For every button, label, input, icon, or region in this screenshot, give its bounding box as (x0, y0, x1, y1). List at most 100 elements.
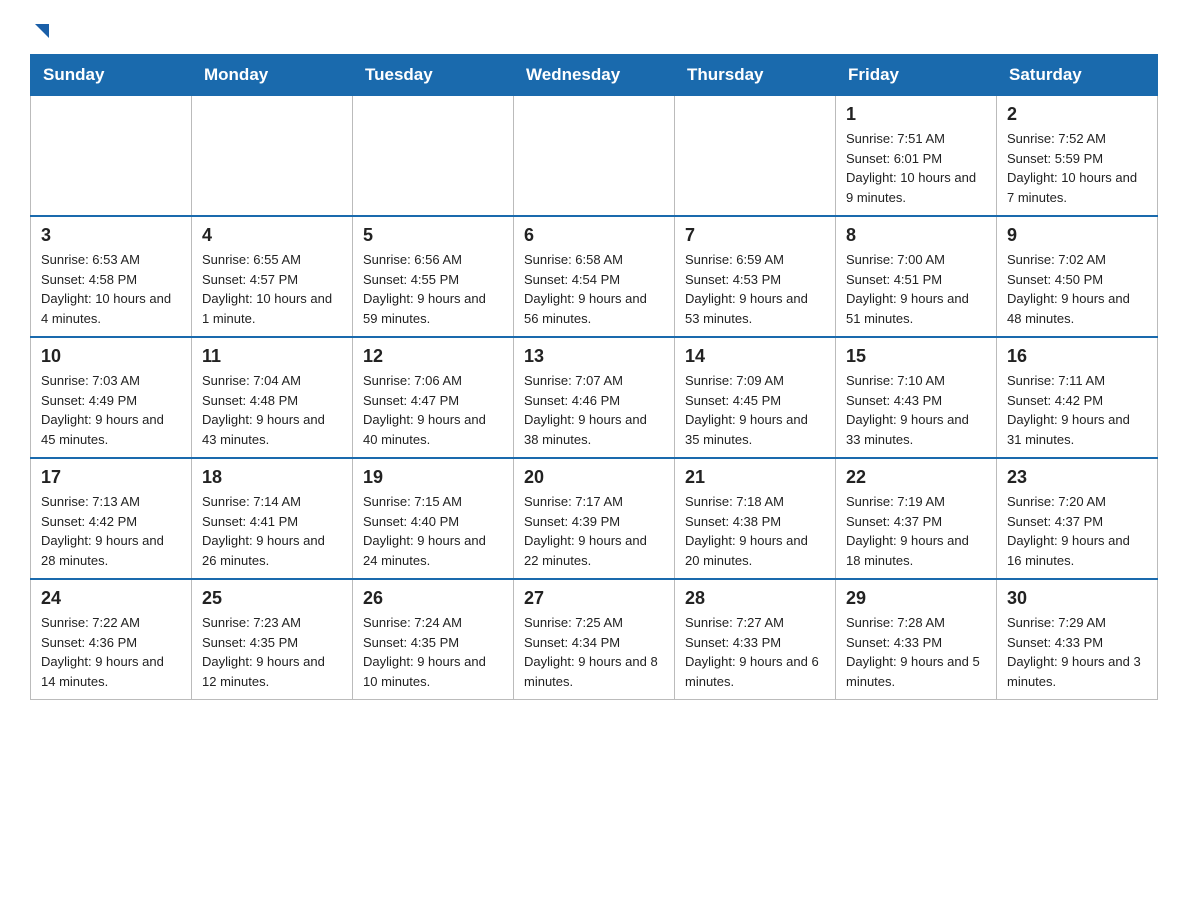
day-info: Sunrise: 7:07 AM Sunset: 4:46 PM Dayligh… (524, 371, 664, 449)
day-info: Sunrise: 7:23 AM Sunset: 4:35 PM Dayligh… (202, 613, 342, 691)
calendar-cell: 1 Sunrise: 7:51 AM Sunset: 6:01 PM Daylig… (836, 96, 997, 217)
day-number: 8 (846, 225, 986, 246)
day-info: Sunrise: 7:24 AM Sunset: 4:35 PM Dayligh… (363, 613, 503, 691)
day-number: 30 (1007, 588, 1147, 609)
weekday-header-monday: Monday (192, 55, 353, 96)
calendar-cell: 2 Sunrise: 7:52 AM Sunset: 5:59 PM Daylig… (997, 96, 1158, 217)
day-info: Sunrise: 7:28 AM Sunset: 4:33 PM Dayligh… (846, 613, 986, 691)
calendar-cell: 24 Sunrise: 7:22 AM Sunset: 4:36 PM Dayli… (31, 579, 192, 700)
calendar-cell: 11 Sunrise: 7:04 AM Sunset: 4:48 PM Dayli… (192, 337, 353, 458)
day-info: Sunrise: 7:17 AM Sunset: 4:39 PM Dayligh… (524, 492, 664, 570)
weekday-header-wednesday: Wednesday (514, 55, 675, 96)
day-number: 1 (846, 104, 986, 125)
day-number: 7 (685, 225, 825, 246)
day-info: Sunrise: 7:10 AM Sunset: 4:43 PM Dayligh… (846, 371, 986, 449)
weekday-header-row: SundayMondayTuesdayWednesdayThursdayFrid… (31, 55, 1158, 96)
day-number: 21 (685, 467, 825, 488)
day-info: Sunrise: 7:03 AM Sunset: 4:49 PM Dayligh… (41, 371, 181, 449)
calendar-cell: 16 Sunrise: 7:11 AM Sunset: 4:42 PM Dayli… (997, 337, 1158, 458)
day-info: Sunrise: 7:51 AM Sunset: 6:01 PM Dayligh… (846, 129, 986, 207)
day-info: Sunrise: 7:04 AM Sunset: 4:48 PM Dayligh… (202, 371, 342, 449)
calendar-cell: 8 Sunrise: 7:00 AM Sunset: 4:51 PM Daylig… (836, 216, 997, 337)
calendar-cell: 5 Sunrise: 6:56 AM Sunset: 4:55 PM Daylig… (353, 216, 514, 337)
day-info: Sunrise: 6:53 AM Sunset: 4:58 PM Dayligh… (41, 250, 181, 328)
day-number: 28 (685, 588, 825, 609)
day-number: 22 (846, 467, 986, 488)
logo-triangle-icon (31, 20, 53, 42)
day-info: Sunrise: 7:15 AM Sunset: 4:40 PM Dayligh… (363, 492, 503, 570)
calendar-cell (675, 96, 836, 217)
day-number: 19 (363, 467, 503, 488)
day-number: 27 (524, 588, 664, 609)
calendar-cell: 7Sunrise: 6:59 AM Sunset: 4:53 PM Daylig… (675, 216, 836, 337)
calendar-cell: 10 Sunrise: 7:03 AM Sunset: 4:49 PM Dayli… (31, 337, 192, 458)
calendar-cell: 13 Sunrise: 7:07 AM Sunset: 4:46 PM Dayli… (514, 337, 675, 458)
day-number: 10 (41, 346, 181, 367)
page-header (30, 20, 1158, 36)
day-number: 11 (202, 346, 342, 367)
day-number: 17 (41, 467, 181, 488)
weekday-header-sunday: Sunday (31, 55, 192, 96)
calendar-cell: 14 Sunrise: 7:09 AM Sunset: 4:45 PM Dayli… (675, 337, 836, 458)
calendar-cell: 19 Sunrise: 7:15 AM Sunset: 4:40 PM Dayli… (353, 458, 514, 579)
day-info: Sunrise: 7:20 AM Sunset: 4:37 PM Dayligh… (1007, 492, 1147, 570)
logo-text (30, 20, 54, 42)
day-info: Sunrise: 7:00 AM Sunset: 4:51 PM Dayligh… (846, 250, 986, 328)
day-info: Sunrise: 7:52 AM Sunset: 5:59 PM Dayligh… (1007, 129, 1147, 207)
calendar-cell: 21 Sunrise: 7:18 AM Sunset: 4:38 PM Dayli… (675, 458, 836, 579)
day-info: Sunrise: 6:58 AM Sunset: 4:54 PM Dayligh… (524, 250, 664, 328)
day-number: 2 (1007, 104, 1147, 125)
day-number: 13 (524, 346, 664, 367)
calendar-cell: 15 Sunrise: 7:10 AM Sunset: 4:43 PM Dayli… (836, 337, 997, 458)
calendar-week-row: 10 Sunrise: 7:03 AM Sunset: 4:49 PM Dayli… (31, 337, 1158, 458)
day-info: Sunrise: 7:22 AM Sunset: 4:36 PM Dayligh… (41, 613, 181, 691)
calendar-week-row: 17Sunrise: 7:13 AM Sunset: 4:42 PM Dayli… (31, 458, 1158, 579)
day-number: 12 (363, 346, 503, 367)
calendar-cell (353, 96, 514, 217)
calendar-cell: 12 Sunrise: 7:06 AM Sunset: 4:47 PM Dayli… (353, 337, 514, 458)
day-info: Sunrise: 7:18 AM Sunset: 4:38 PM Dayligh… (685, 492, 825, 570)
weekday-header-saturday: Saturday (997, 55, 1158, 96)
calendar-cell: 28 Sunrise: 7:27 AM Sunset: 4:33 PM Dayli… (675, 579, 836, 700)
day-number: 18 (202, 467, 342, 488)
day-info: Sunrise: 7:25 AM Sunset: 4:34 PM Dayligh… (524, 613, 664, 691)
day-number: 5 (363, 225, 503, 246)
calendar-cell: 17Sunrise: 7:13 AM Sunset: 4:42 PM Dayli… (31, 458, 192, 579)
day-number: 24 (41, 588, 181, 609)
day-info: Sunrise: 7:27 AM Sunset: 4:33 PM Dayligh… (685, 613, 825, 691)
calendar-cell: 6 Sunrise: 6:58 AM Sunset: 4:54 PM Daylig… (514, 216, 675, 337)
calendar-week-row: 3 Sunrise: 6:53 AM Sunset: 4:58 PM Daylig… (31, 216, 1158, 337)
calendar-cell: 29Sunrise: 7:28 AM Sunset: 4:33 PM Dayli… (836, 579, 997, 700)
day-number: 23 (1007, 467, 1147, 488)
day-number: 3 (41, 225, 181, 246)
day-number: 15 (846, 346, 986, 367)
calendar-cell: 20 Sunrise: 7:17 AM Sunset: 4:39 PM Dayli… (514, 458, 675, 579)
calendar-table: SundayMondayTuesdayWednesdayThursdayFrid… (30, 54, 1158, 700)
calendar-cell: 25 Sunrise: 7:23 AM Sunset: 4:35 PM Dayli… (192, 579, 353, 700)
day-number: 14 (685, 346, 825, 367)
day-info: Sunrise: 7:14 AM Sunset: 4:41 PM Dayligh… (202, 492, 342, 570)
day-number: 6 (524, 225, 664, 246)
day-info: Sunrise: 6:55 AM Sunset: 4:57 PM Dayligh… (202, 250, 342, 328)
day-info: Sunrise: 7:29 AM Sunset: 4:33 PM Dayligh… (1007, 613, 1147, 691)
calendar-cell (514, 96, 675, 217)
day-info: Sunrise: 7:19 AM Sunset: 4:37 PM Dayligh… (846, 492, 986, 570)
day-number: 25 (202, 588, 342, 609)
calendar-cell: 4Sunrise: 6:55 AM Sunset: 4:57 PM Daylig… (192, 216, 353, 337)
calendar-cell: 3 Sunrise: 6:53 AM Sunset: 4:58 PM Daylig… (31, 216, 192, 337)
weekday-header-friday: Friday (836, 55, 997, 96)
day-info: Sunrise: 7:06 AM Sunset: 4:47 PM Dayligh… (363, 371, 503, 449)
logo (30, 20, 54, 36)
day-number: 9 (1007, 225, 1147, 246)
day-info: Sunrise: 7:09 AM Sunset: 4:45 PM Dayligh… (685, 371, 825, 449)
day-info: Sunrise: 7:02 AM Sunset: 4:50 PM Dayligh… (1007, 250, 1147, 328)
day-info: Sunrise: 7:11 AM Sunset: 4:42 PM Dayligh… (1007, 371, 1147, 449)
day-number: 20 (524, 467, 664, 488)
weekday-header-thursday: Thursday (675, 55, 836, 96)
calendar-cell: 22 Sunrise: 7:19 AM Sunset: 4:37 PM Dayli… (836, 458, 997, 579)
calendar-cell: 30 Sunrise: 7:29 AM Sunset: 4:33 PM Dayli… (997, 579, 1158, 700)
day-number: 26 (363, 588, 503, 609)
weekday-header-tuesday: Tuesday (353, 55, 514, 96)
day-number: 16 (1007, 346, 1147, 367)
day-info: Sunrise: 6:56 AM Sunset: 4:55 PM Dayligh… (363, 250, 503, 328)
